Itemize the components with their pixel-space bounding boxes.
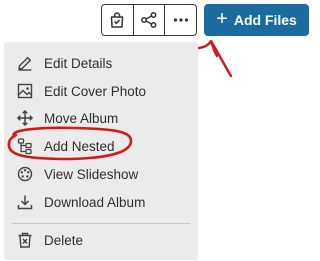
hand-drawn-arrow (197, 39, 233, 78)
nested-tree-icon (17, 138, 32, 155)
menu-item-label: Delete (44, 232, 84, 248)
share-button[interactable] (134, 5, 166, 35)
menu-item-label: Move Album (44, 110, 119, 126)
toolbar-button-group (101, 4, 197, 36)
image-icon (17, 83, 33, 99)
menu-item-edit-cover-photo[interactable]: Edit Cover Photo (4, 78, 198, 104)
download-icon (17, 195, 33, 210)
menu-item-download-album[interactable]: Download Album (4, 189, 198, 215)
menu-item-label: View Slideshow (44, 166, 139, 182)
menu-item-label: Edit Details (44, 55, 113, 71)
plus-icon: + (216, 8, 228, 30)
menu-item-add-nested[interactable]: Add Nested (4, 133, 198, 159)
menu-item-label: Add Nested (44, 138, 115, 154)
menu-item-delete[interactable]: Delete (4, 227, 198, 253)
buy-button[interactable] (102, 5, 134, 35)
menu-item-view-slideshow[interactable]: View Slideshow (4, 161, 198, 187)
share-icon (141, 12, 157, 28)
add-files-button[interactable]: + Add Files (204, 4, 309, 36)
pencil-icon (18, 56, 32, 71)
menu-item-label: Download Album (44, 194, 146, 210)
shopping-bag-icon (111, 12, 124, 28)
move-arrows-icon (16, 109, 34, 127)
add-files-label: Add Files (233, 12, 297, 28)
trash-icon (18, 232, 32, 248)
menu-separator (12, 223, 190, 224)
menu-item-label: Edit Cover Photo (44, 83, 147, 99)
slideshow-icon (17, 166, 33, 182)
more-options-menu: Edit Details Edit Cover Photo Move Album… (4, 42, 198, 260)
more-options-icon (173, 18, 188, 22)
more-options-button[interactable] (165, 5, 196, 35)
menu-item-move-album[interactable]: Move Album (4, 105, 198, 131)
menu-item-edit-details[interactable]: Edit Details (4, 50, 198, 76)
